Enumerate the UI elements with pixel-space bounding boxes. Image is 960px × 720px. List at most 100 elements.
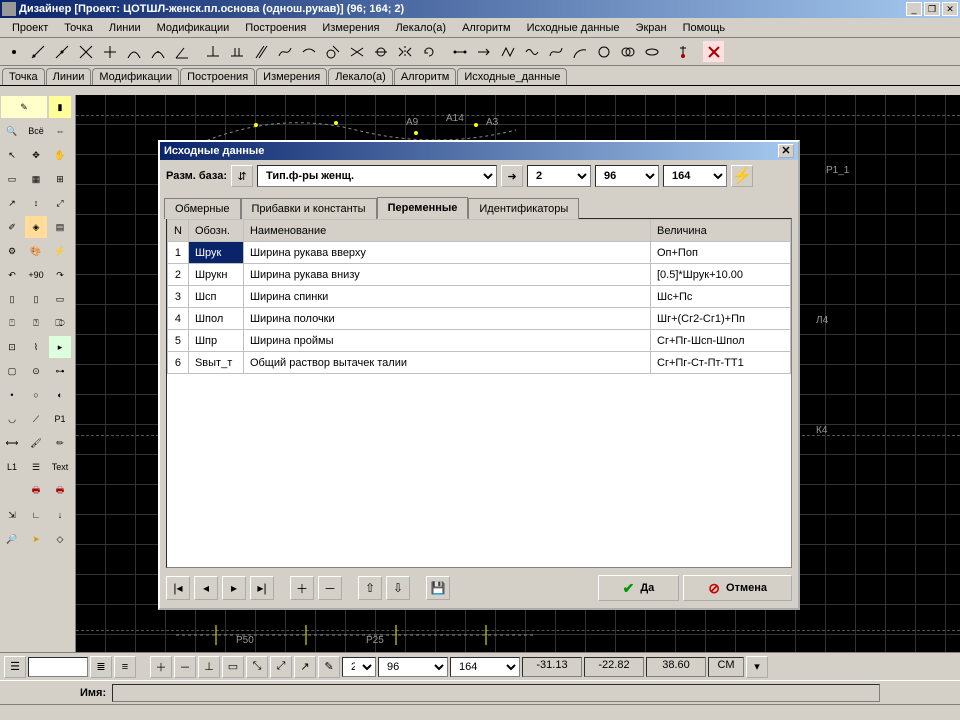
dtab-measurements[interactable]: Обмерные bbox=[164, 198, 241, 219]
menu-modifications[interactable]: Модификации bbox=[149, 20, 238, 36]
vtool-move-icon[interactable]: ✥ bbox=[24, 143, 48, 167]
sb-measure1-icon[interactable]: ⤡ bbox=[246, 656, 268, 678]
tool-circle[interactable] bbox=[592, 40, 615, 63]
sb-minus-icon[interactable]: － bbox=[174, 656, 196, 678]
vtool-down-icon[interactable]: ↓ bbox=[48, 503, 72, 527]
vtool-palette-icon[interactable]: 🎨 bbox=[24, 239, 48, 263]
col-n[interactable]: N bbox=[168, 220, 189, 242]
vtool-ptr-icon[interactable]: ➤ bbox=[24, 527, 48, 551]
vtool-line-up-icon[interactable]: ↗ bbox=[0, 191, 24, 215]
sb-measure2-icon[interactable]: ⤢ bbox=[270, 656, 292, 678]
tab-pattern[interactable]: Лекало(а) bbox=[328, 68, 393, 85]
vtool-tag-icon[interactable]: ◇ bbox=[48, 527, 72, 551]
menu-source-data[interactable]: Исходные данные bbox=[519, 20, 628, 36]
figure-type-combo[interactable]: Тип.ф-ры женщ. bbox=[257, 165, 497, 187]
menu-algorithm[interactable]: Алгоритм bbox=[454, 20, 519, 36]
vtool-path-icon[interactable]: ⌇ bbox=[24, 335, 48, 359]
sb-dropdown-icon[interactable]: ▾ bbox=[746, 656, 768, 678]
table-row[interactable]: 5 Шпр Ширина проймы Сг+Пг-Шсп-Шпол bbox=[168, 330, 791, 352]
vtool-hand-icon[interactable]: ✋ bbox=[48, 143, 72, 167]
vtool-grid-icon[interactable]: ▦ bbox=[24, 167, 48, 191]
tool-pin-icon[interactable] bbox=[671, 40, 694, 63]
row-remove-icon[interactable]: － bbox=[318, 576, 342, 600]
sb-perp-icon[interactable]: ⊥ bbox=[198, 656, 220, 678]
vtool-col1-icon[interactable]: ▯ bbox=[0, 287, 24, 311]
vtool-gear-icon[interactable]: ⚙ bbox=[0, 239, 24, 263]
vtool-bolt-icon[interactable]: ⚡ bbox=[48, 239, 72, 263]
vtool-shape-icon[interactable]: ◈ bbox=[24, 215, 48, 239]
col-value[interactable]: Величина bbox=[651, 220, 791, 242]
menu-point[interactable]: Точка bbox=[56, 20, 101, 36]
vtool-fit-icon[interactable]: ⇔ bbox=[48, 119, 72, 143]
tool-spline[interactable] bbox=[544, 40, 567, 63]
tool-arrow-seg[interactable] bbox=[472, 40, 495, 63]
tab-lines[interactable]: Линии bbox=[46, 68, 92, 85]
size-combo[interactable]: 96 bbox=[595, 165, 659, 187]
vtool-line-v-icon[interactable]: ↕ bbox=[24, 191, 48, 215]
tool-curve-2[interactable] bbox=[297, 40, 320, 63]
table-row[interactable]: 3 Шсп Ширина спинки Шс+Пс bbox=[168, 286, 791, 308]
sb-input[interactable] bbox=[28, 657, 88, 677]
vtool-link-icon[interactable]: ⊶ bbox=[48, 359, 72, 383]
vtool-line-angle-icon[interactable]: ⤢ bbox=[48, 191, 72, 215]
vtool-node-icon[interactable]: ⊡ bbox=[0, 335, 24, 359]
menu-project[interactable]: Проект bbox=[4, 20, 56, 36]
vtool-col2-icon[interactable]: ▯ bbox=[24, 287, 48, 311]
tab-constructions[interactable]: Построения bbox=[180, 68, 255, 85]
dialog-close-button[interactable]: ✕ bbox=[778, 144, 794, 158]
vtool-print2-icon[interactable]: 🖶 bbox=[48, 479, 72, 503]
tab-measurements[interactable]: Измерения bbox=[256, 68, 327, 85]
row-up-icon[interactable]: ⇧ bbox=[358, 576, 382, 600]
vtool-rect-icon[interactable]: ▭ bbox=[0, 167, 24, 191]
vtool-print1-icon[interactable]: 🖶 bbox=[24, 479, 48, 503]
nav-next-icon[interactable]: ▸ bbox=[222, 576, 246, 600]
apply-size-icon[interactable]: ➜ bbox=[501, 165, 523, 187]
tool-circles[interactable] bbox=[616, 40, 639, 63]
sb-plus-icon[interactable]: ＋ bbox=[150, 656, 172, 678]
vtool-blank1[interactable] bbox=[0, 479, 24, 503]
sb-lines-icon[interactable]: ≡ bbox=[114, 656, 136, 678]
save-icon[interactable]: 💾 bbox=[426, 576, 450, 600]
vtool-redo-icon[interactable]: ↷ bbox=[48, 263, 72, 287]
vtool-segment-icon[interactable]: ⟋ bbox=[24, 407, 48, 431]
nav-last-icon[interactable]: ▸| bbox=[250, 576, 274, 600]
vtool-corner-icon[interactable]: ∟ bbox=[24, 503, 48, 527]
menu-help[interactable]: Помощь bbox=[675, 20, 734, 36]
vtool-text-button[interactable]: Text bbox=[48, 455, 72, 479]
maximize-button[interactable]: ❐ bbox=[924, 2, 940, 16]
vtool-brush-icon[interactable]: 🖌 bbox=[24, 431, 48, 455]
vtool-plus90-button[interactable]: +90 bbox=[24, 263, 48, 287]
vtool-col3-icon[interactable]: ▭ bbox=[48, 287, 72, 311]
sb-measure3-icon[interactable]: ↗ bbox=[294, 656, 316, 678]
tab-point[interactable]: Точка bbox=[2, 68, 45, 85]
menu-lines[interactable]: Линии bbox=[101, 20, 149, 36]
vtool-dot2-icon[interactable]: ⊙ bbox=[24, 359, 48, 383]
tool-parallel[interactable] bbox=[249, 40, 272, 63]
ok-button[interactable]: ✔Да bbox=[598, 575, 680, 601]
menu-measurements[interactable]: Измерения bbox=[314, 20, 387, 36]
vtool-draw-icon[interactable]: ✐ bbox=[0, 215, 24, 239]
vtool-highlight-icon[interactable]: ▮ bbox=[48, 95, 72, 119]
vtool-circle-a-icon[interactable]: ○ bbox=[24, 383, 48, 407]
tab-modifications[interactable]: Модификации bbox=[92, 68, 179, 85]
table-row[interactable]: 4 Шпол Ширина полочки Шг+(Сг2-Сг1)+Пп bbox=[168, 308, 791, 330]
name-field[interactable] bbox=[112, 684, 880, 702]
vtool-rect2-icon[interactable]: ▢ bbox=[0, 359, 24, 383]
table-row[interactable]: 1 Шрук Ширина рукава вверху Оп+Поп bbox=[168, 242, 791, 264]
tab-algorithm[interactable]: Алгоритм bbox=[394, 68, 457, 85]
tool-ellipse[interactable] bbox=[640, 40, 663, 63]
tool-curve-1[interactable] bbox=[273, 40, 296, 63]
tool-zigzag[interactable] bbox=[496, 40, 519, 63]
tool-dot-icon[interactable] bbox=[2, 40, 25, 63]
vtool-pencil-icon[interactable]: ✎ bbox=[0, 95, 48, 119]
vtool-zoom-icon[interactable]: 🔍 bbox=[0, 119, 24, 143]
vtool-tree1-icon[interactable]: ⍞ bbox=[0, 311, 24, 335]
tool-perp-2[interactable] bbox=[225, 40, 248, 63]
tool-point-2[interactable] bbox=[50, 40, 73, 63]
dtab-allowances[interactable]: Прибавки и константы bbox=[241, 198, 377, 219]
vtool-cursor-icon[interactable]: ↖ bbox=[0, 143, 24, 167]
dtab-identifiers[interactable]: Идентификаторы bbox=[468, 198, 579, 219]
vtool-tree3-icon[interactable]: ⎄ bbox=[48, 311, 72, 335]
vtool-layers-icon[interactable]: ☰ bbox=[24, 455, 48, 479]
sb-panel-icon[interactable]: ☰ bbox=[4, 656, 26, 678]
